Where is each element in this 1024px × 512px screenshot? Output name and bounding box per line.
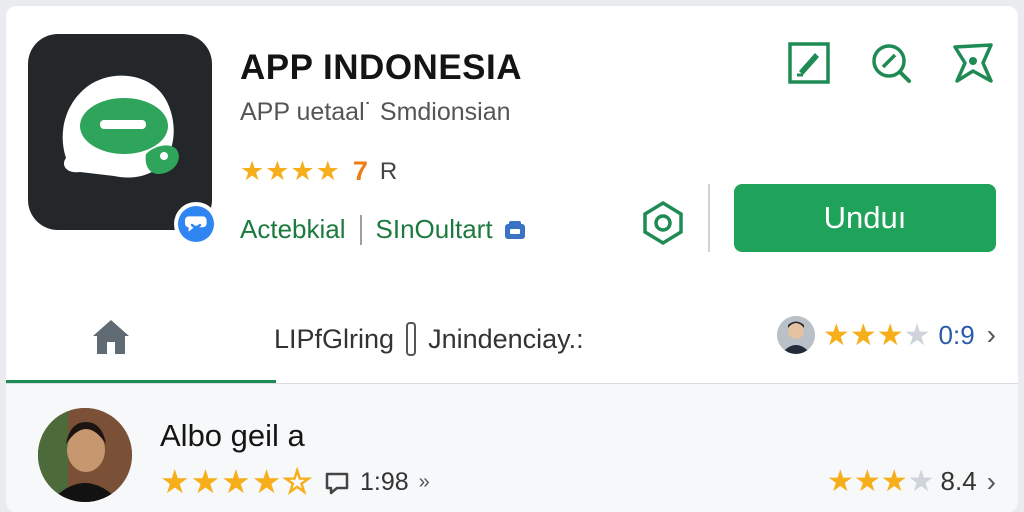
comment-count: 1:98 — [360, 468, 409, 496]
tab-label-secondary: Jnindenciay.: — [428, 323, 584, 354]
app-meta: Actebkial SInOultart — [240, 214, 527, 245]
chevron-right-icon[interactable]: › — [987, 319, 996, 351]
shield-icon[interactable] — [640, 200, 686, 246]
comment-icon — [325, 472, 349, 494]
text-cursor-icon — [406, 322, 417, 356]
bookmark-icon[interactable] — [950, 40, 996, 86]
search-icon[interactable] — [868, 40, 914, 86]
tab-details[interactable]: LIPfGlring Jnindenciay.: — [274, 322, 584, 356]
app-title: APP INDONESIA — [240, 48, 523, 87]
action-divider — [708, 184, 710, 252]
chat-bubble-icon — [174, 202, 218, 246]
top-actions — [786, 40, 996, 86]
category-link[interactable]: SInOultart — [376, 214, 493, 245]
tab-label-primary: LIPfGlring — [274, 323, 395, 354]
review-stars: ★★★★☆ — [160, 462, 313, 501]
rating-value: 7 — [352, 156, 368, 186]
app-rating: ★★★★ 7 R — [240, 156, 397, 187]
avatar — [776, 316, 815, 354]
app-subtitle: APP uetaal˙ Smdionsian — [240, 98, 511, 126]
review-score[interactable]: ★★★★ 8.4 › — [827, 464, 996, 499]
rating-stars: ★★★★ — [240, 156, 341, 186]
app-detail-card: APP INDONESIA APP uetaal˙ Smdionsian ★★★… — [6, 6, 1018, 512]
avatar — [38, 408, 132, 502]
tab-rating-summary[interactable]: ★★★★ 0:9 › — [776, 316, 996, 354]
reviewer-name: Albo ɡeil a — [160, 418, 305, 453]
app-logo — [28, 34, 212, 230]
more-arrow-icon: » — [418, 471, 430, 493]
chevron-right-icon[interactable]: › — [987, 466, 996, 498]
store-icon — [504, 220, 525, 239]
rating-suffix: R — [379, 157, 398, 185]
meta-divider — [359, 214, 362, 245]
developer-link[interactable]: Actebkial — [240, 214, 346, 245]
score-value: 8.4 — [940, 466, 977, 496]
tab-bar: LIPfGlring Jnindenciay.: ★★★★ 0:9 › — [6, 306, 1018, 384]
score-stars: ★★★★ — [826, 465, 935, 498]
summary-stars: ★★★★ — [822, 318, 931, 352]
comment-info[interactable]: 1:98 » — [324, 468, 430, 497]
edit-icon[interactable] — [786, 40, 832, 86]
review-item[interactable]: Albo ɡeil a ★★★★☆ 1:98 » ★★★★ 8.4 › — [6, 384, 1018, 512]
home-icon[interactable] — [86, 312, 136, 362]
summary-rating: 0:9 — [938, 319, 975, 350]
install-button[interactable]: Unduı — [734, 184, 996, 252]
